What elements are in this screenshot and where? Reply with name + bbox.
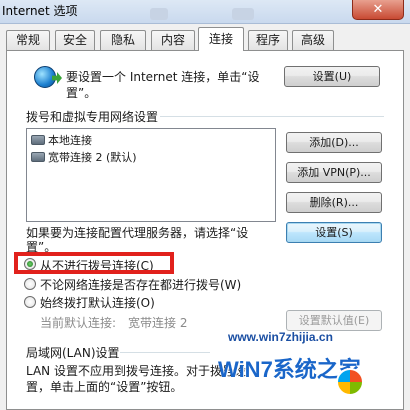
- set-default-button[interactable]: 设置默认值(E): [286, 310, 382, 331]
- tab-connections[interactable]: 连接: [198, 27, 244, 51]
- list-item[interactable]: 本地连接: [31, 132, 92, 148]
- watermark-url: www.win7zhijia.cn: [228, 330, 333, 344]
- close-button[interactable]: ✕: [352, 0, 404, 20]
- lan-text-line1: LAN 设置不应用到拨号连接。对于拨号设: [26, 364, 246, 378]
- list-item[interactable]: 宽带连接 2 (默认): [31, 149, 137, 165]
- radio-dial-when-no-network-label[interactable]: 不论网络连接是否存在都进行拨号(W): [40, 276, 241, 293]
- setup-text-line1: 要设置一个 Internet 连接，单击“设: [66, 70, 260, 84]
- add-vpn-button[interactable]: 添加 VPN(P)...: [286, 162, 382, 183]
- divider: [160, 116, 384, 117]
- lan-text-line2: 置，单击上面的“设置”按钮。: [26, 380, 183, 394]
- setup-button[interactable]: 设置(U): [284, 66, 380, 87]
- tab-content[interactable]: 内容: [151, 30, 195, 50]
- proxy-text-line1: 如果要为连接配置代理服务器，请选择“设: [26, 226, 249, 240]
- network-connection-icon: [31, 135, 45, 145]
- highlight-box: [14, 252, 174, 274]
- dialup-heading: 拨号和虚拟专用网络设置: [26, 110, 159, 124]
- default-connection-label: 当前默认连接:: [40, 316, 117, 330]
- default-connection-value: 宽带连接 2: [128, 316, 188, 330]
- connections-list[interactable]: 本地连接 宽带连接 2 (默认): [26, 128, 276, 222]
- titlebar-blur-1: [150, 8, 168, 20]
- tab-programs[interactable]: 程序: [248, 30, 288, 50]
- lan-heading: 局域网(LAN)设置: [26, 346, 120, 360]
- windows-logo-icon: [336, 368, 364, 396]
- tab-general[interactable]: 常规: [6, 30, 50, 50]
- radio-dial-when-no-network[interactable]: [24, 278, 36, 290]
- lan-proxy-settings-button[interactable]: 设置(S): [286, 222, 382, 243]
- radio-always-dial-label[interactable]: 始终拨打默认连接(O): [40, 294, 155, 311]
- tab-advanced[interactable]: 高级: [292, 30, 334, 50]
- network-connection-icon: [31, 152, 45, 162]
- tab-security[interactable]: 安全: [55, 30, 95, 50]
- divider: [120, 352, 210, 353]
- window-title: Internet 选项: [2, 4, 78, 18]
- radio-always-dial[interactable]: [24, 296, 36, 308]
- titlebar-blur-2: [232, 8, 254, 20]
- setup-text-line2: 置”。: [66, 86, 97, 100]
- tab-privacy[interactable]: 隐私: [100, 30, 146, 50]
- add-connection-button[interactable]: 添加(D)...: [286, 132, 382, 153]
- delete-connection-button[interactable]: 删除(R)...: [286, 192, 382, 213]
